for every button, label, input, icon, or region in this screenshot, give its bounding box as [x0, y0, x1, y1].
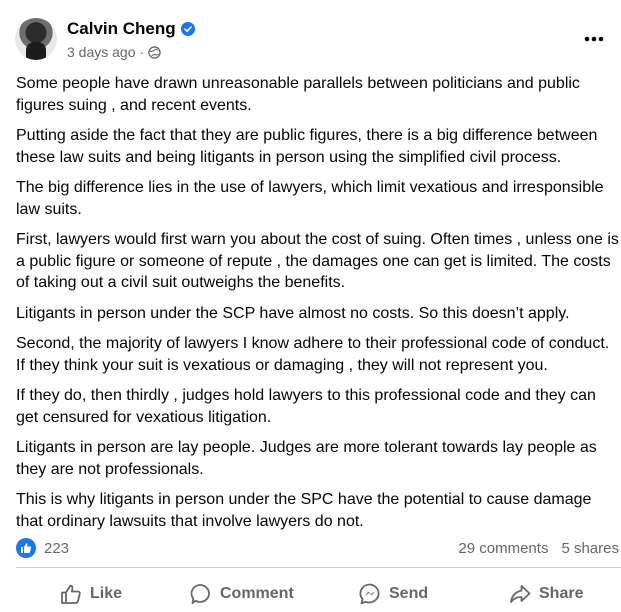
- post-paragraph: Litigants in person under the SCP have a…: [16, 304, 570, 322]
- facebook-post: Calvin Cheng 3 days ago · Some people ha…: [0, 0, 621, 611]
- post-paragraph: Putting aside the fact that they are pub…: [16, 127, 598, 166]
- comment-label: Comment: [220, 585, 294, 602]
- verified-badge-icon: [180, 22, 195, 36]
- shares-count[interactable]: 5 shares: [561, 540, 619, 557]
- post-paragraph: First, lawyers would first warn you abou…: [16, 231, 619, 291]
- post-paragraph: Some people have drawn unreasonable para…: [16, 75, 580, 114]
- author-name[interactable]: Calvin Cheng: [67, 19, 176, 39]
- globe-icon: [148, 45, 161, 59]
- messenger-icon: [359, 583, 380, 605]
- like-label: Like: [90, 585, 123, 602]
- post-body: Some people have drawn unreasonable para…: [16, 73, 621, 541]
- comment-bubble-icon: [190, 584, 210, 604]
- send-label: Send: [389, 585, 429, 602]
- comments-count[interactable]: 29 comments: [458, 540, 548, 557]
- post-paragraph: This is why litigants in person under th…: [16, 491, 592, 530]
- post-paragraph: If they do, then thirdly , judges hold l…: [16, 387, 596, 426]
- share-label: Share: [539, 585, 584, 602]
- comment-button[interactable]: Comment: [190, 578, 294, 610]
- reaction-count[interactable]: 223: [44, 540, 69, 557]
- share-arrow-icon: [510, 585, 531, 603]
- send-button[interactable]: Send: [359, 578, 428, 610]
- post-paragraph: Second, the majority of lawyers I know a…: [16, 335, 610, 374]
- like-reaction-icon: [16, 538, 36, 558]
- engagement-counts: 29 comments 5 shares: [458, 540, 619, 557]
- like-button[interactable]: Like: [60, 578, 122, 610]
- post-paragraph: The big difference lies in the use of la…: [16, 179, 604, 218]
- more-options-icon: [584, 36, 604, 42]
- more-options-button[interactable]: [579, 24, 609, 54]
- share-button[interactable]: Share: [509, 578, 583, 610]
- post-paragraph: Litigants in person are lay people. Judg…: [16, 439, 597, 478]
- reactions-summary[interactable]: 223: [16, 538, 69, 558]
- author-name-row: Calvin Cheng: [67, 19, 195, 39]
- post-timestamp[interactable]: 3 days ago: [67, 44, 136, 60]
- thumbs-up-icon: [61, 584, 81, 604]
- author-avatar[interactable]: [15, 18, 57, 60]
- post-meta: 3 days ago ·: [67, 44, 161, 60]
- meta-separator: ·: [139, 44, 145, 60]
- actions-divider: [16, 567, 621, 568]
- post-action-bar: Like Comment Send Share: [0, 578, 621, 612]
